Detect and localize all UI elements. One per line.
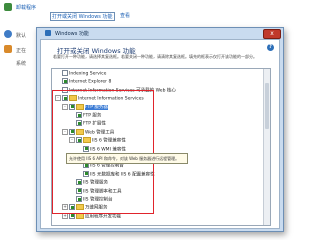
turn-windows-features-link[interactable]: 打开或关闭 Windows 功能: [50, 12, 115, 21]
tree-row-label: Internet Explorer 8: [69, 79, 112, 85]
desktop-gadgets-label: 正在: [16, 48, 27, 54]
tree-expander: [55, 78, 61, 84]
desktop-gadgets-icon: [4, 45, 12, 53]
system-label: 系统: [16, 61, 27, 67]
feature-checkbox[interactable]: [62, 70, 68, 76]
tree-expander: [55, 70, 61, 76]
dialog-title: Windows 功能: [55, 31, 89, 37]
tree-row[interactable]: Indexing Service: [55, 70, 106, 77]
feature-checkbox[interactable]: [62, 78, 68, 85]
close-button[interactable]: x: [263, 29, 281, 39]
scrollbar-thumb[interactable]: [265, 83, 269, 129]
tree-row-label: Indexing Service: [69, 71, 107, 77]
dialog-description: 若要打开一种功能，请选择其复选框。若要关闭一种功能，请清除其复选框。填充的框表示…: [53, 54, 257, 59]
uninstall-program-link[interactable]: 卸载程序: [16, 4, 36, 11]
tooltip: 允许使用 IIS 6 API 和命令，对该 Web 服务器进行远程管理。: [66, 153, 188, 164]
help-icon[interactable]: ?: [267, 44, 274, 51]
tree-scrollbar[interactable]: [263, 69, 270, 225]
dialog-titlebar[interactable]: Windows 功能 x: [37, 28, 283, 39]
tree-row[interactable]: Internet Explorer 8: [55, 78, 111, 85]
default-programs-icon: [4, 30, 12, 38]
tree-row-label: 应用程序开发功能: [85, 214, 121, 220]
windows-icon: [45, 30, 51, 36]
default-programs-label: 默认: [16, 33, 27, 39]
view-link[interactable]: 查看: [120, 12, 130, 19]
highlight-box: [52, 90, 154, 214]
programs-icon: [4, 3, 12, 11]
